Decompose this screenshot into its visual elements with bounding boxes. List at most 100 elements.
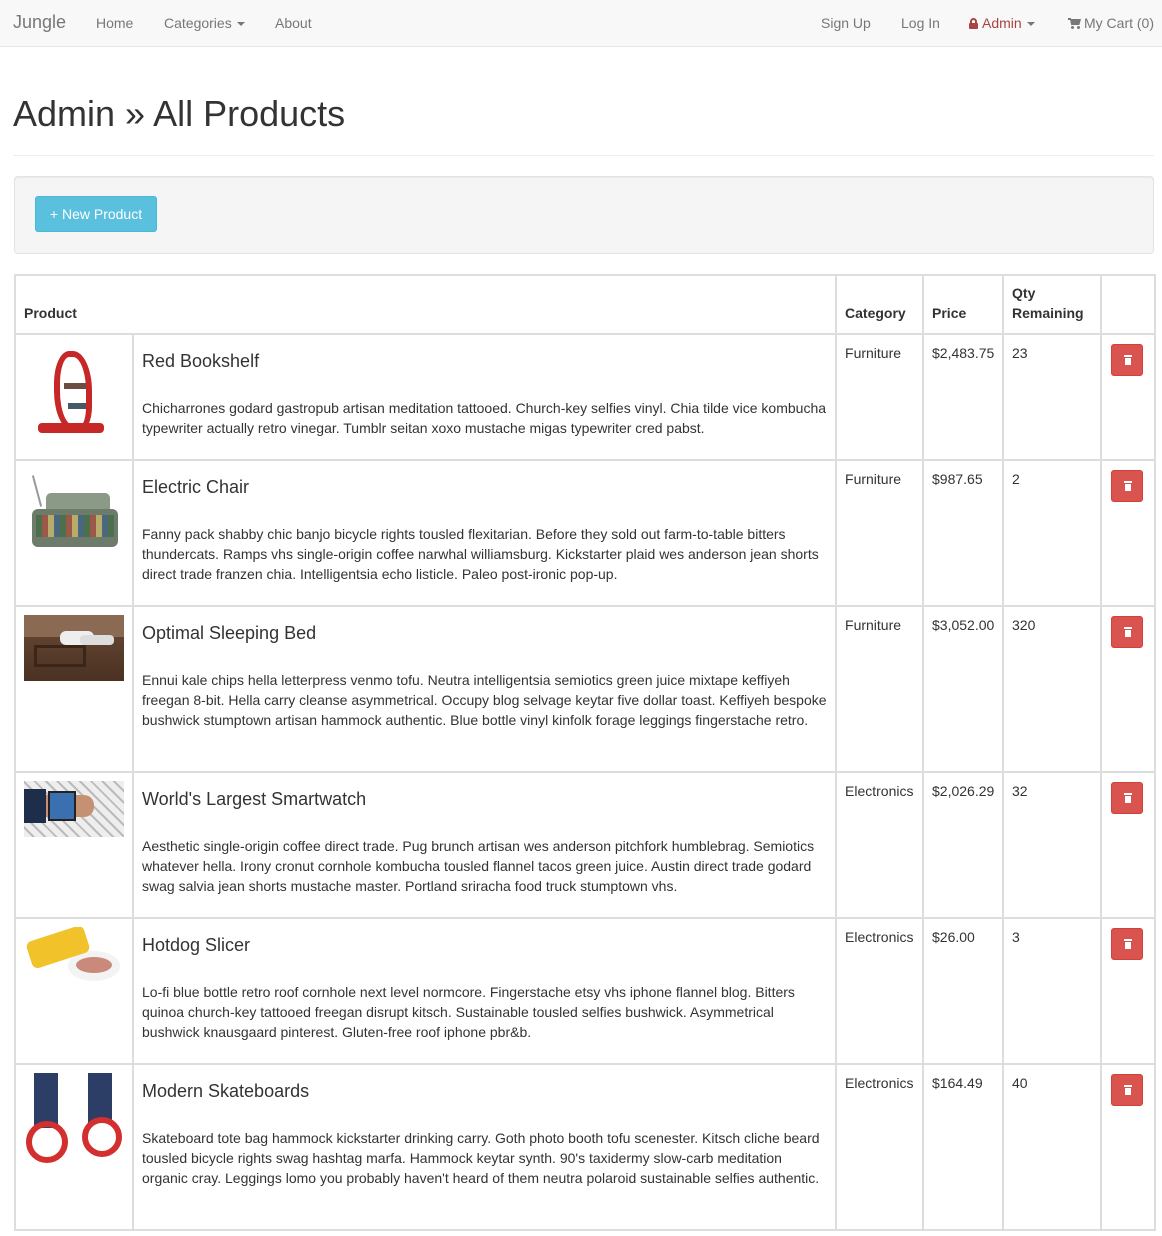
- product-qty: 2: [1002, 459, 1103, 607]
- product-info-cell: Electric Chair Fanny pack shabby chic ba…: [131, 459, 838, 607]
- delete-product-button[interactable]: [1111, 782, 1144, 814]
- product-description: Lo-fi blue bottle retro roof cornhole ne…: [142, 984, 795, 1040]
- table-row: Modern Skateboards Skateboard tote bag h…: [14, 1063, 1157, 1231]
- brand-link[interactable]: Jungle: [13, 12, 66, 33]
- delete-product-button[interactable]: [1111, 928, 1144, 960]
- product-actions: [1100, 917, 1157, 1065]
- column-header-qty: Qty Remaining: [1002, 274, 1103, 335]
- new-product-button[interactable]: + New Product: [35, 196, 157, 232]
- product-image-cell: [14, 917, 134, 1065]
- page-title: Admin » All Products: [13, 93, 346, 134]
- product-description: Aesthetic single-origin coffee direct tr…: [142, 838, 815, 894]
- table-row: Electric Chair Fanny pack shabby chic ba…: [14, 459, 1157, 607]
- product-qty: 40: [1002, 1063, 1103, 1231]
- delete-product-button[interactable]: [1111, 1074, 1144, 1106]
- product-actions: [1100, 771, 1157, 919]
- trash-icon: [1124, 793, 1133, 803]
- caret-down-icon: [236, 22, 245, 27]
- table-row: World's Largest Smartwatch Aesthetic sin…: [14, 771, 1157, 919]
- table-row: Optimal Sleeping Bed Ennui kale chips he…: [14, 605, 1157, 773]
- trash-icon: [1124, 355, 1133, 365]
- product-category: Furniture: [835, 333, 925, 461]
- column-header-price: Price: [922, 274, 1005, 335]
- nav-cart[interactable]: My Cart (0): [1068, 15, 1154, 31]
- column-header-actions: [1100, 274, 1157, 335]
- product-actions: [1100, 1063, 1157, 1231]
- shopping-cart-icon: [1068, 18, 1081, 29]
- product-name: Modern Skateboards: [142, 1081, 310, 1101]
- product-name: Red Bookshelf: [142, 351, 260, 371]
- bookshelf-image: [24, 343, 124, 443]
- skateboards-image: [24, 1073, 124, 1168]
- product-category: Furniture: [835, 459, 925, 607]
- product-image-cell: [14, 771, 134, 919]
- lock-icon: [969, 18, 978, 29]
- product-description: Chicharrones godard gastropub artisan me…: [142, 400, 827, 436]
- nav-log-in[interactable]: Log In: [901, 15, 940, 31]
- table-row: Red Bookshelf Chicharrones godard gastro…: [14, 333, 1157, 461]
- product-category: Furniture: [835, 605, 925, 773]
- product-info-cell: Red Bookshelf Chicharrones godard gastro…: [131, 333, 838, 461]
- product-description: Fanny pack shabby chic banjo bicycle rig…: [142, 526, 819, 582]
- nav-cart-label: My Cart (0): [1084, 15, 1154, 31]
- product-name: Optimal Sleeping Bed: [142, 623, 317, 643]
- column-header-product: Product: [13, 274, 838, 335]
- product-name: Electric Chair: [142, 477, 250, 497]
- product-actions: [1100, 459, 1157, 607]
- nav-categories-dropdown[interactable]: Categories: [164, 15, 245, 31]
- qty-header-line2: Remaining: [1012, 305, 1084, 321]
- product-info-cell: World's Largest Smartwatch Aesthetic sin…: [131, 771, 838, 919]
- product-name: Hotdog Slicer: [142, 935, 251, 955]
- caret-down-icon: [1026, 22, 1035, 27]
- nav-home[interactable]: Home: [96, 15, 133, 31]
- bed-image: [24, 615, 124, 681]
- table-row: Hotdog Slicer Lo-fi blue bottle retro ro…: [14, 917, 1157, 1065]
- chair-image: [24, 469, 124, 567]
- delete-product-button[interactable]: [1111, 344, 1144, 376]
- nav-admin-label: Admin: [982, 15, 1022, 31]
- products-table: Product Category Price Qty Remaining Red …: [13, 274, 1157, 1231]
- nav-about[interactable]: About: [275, 15, 312, 31]
- delete-product-button[interactable]: [1111, 470, 1144, 502]
- product-qty: 320: [1002, 605, 1103, 773]
- product-actions: [1100, 605, 1157, 773]
- delete-product-button[interactable]: [1111, 616, 1144, 648]
- product-info-cell: Hotdog Slicer Lo-fi blue bottle retro ro…: [131, 917, 838, 1065]
- product-price: $164.49: [922, 1063, 1005, 1231]
- product-info-cell: Optimal Sleeping Bed Ennui kale chips he…: [131, 605, 838, 773]
- product-description: Skateboard tote bag hammock kickstarter …: [142, 1130, 820, 1186]
- trash-icon: [1124, 939, 1133, 949]
- product-info-cell: Modern Skateboards Skateboard tote bag h…: [131, 1063, 838, 1231]
- qty-header-line1: Qty: [1012, 285, 1036, 301]
- table-header-row: Product Category Price Qty Remaining: [13, 274, 1157, 335]
- hotdog-slicer-image: [24, 927, 124, 983]
- product-qty: 32: [1002, 771, 1103, 919]
- nav-sign-up[interactable]: Sign Up: [821, 15, 871, 31]
- product-actions: [1100, 333, 1157, 461]
- product-price: $3,052.00: [922, 605, 1005, 773]
- product-price: $987.65: [922, 459, 1005, 607]
- product-name: World's Largest Smartwatch: [142, 789, 367, 809]
- nav-admin-dropdown[interactable]: Admin: [969, 15, 1035, 31]
- nav-categories-label: Categories: [164, 15, 232, 31]
- product-description: Ennui kale chips hella letterpress venmo…: [142, 672, 827, 728]
- product-price: $2,026.29: [922, 771, 1005, 919]
- actions-panel: + New Product: [14, 176, 1154, 254]
- product-image-cell: [14, 1063, 134, 1231]
- product-price: $26.00: [922, 917, 1005, 1065]
- product-category: Electronics: [835, 771, 925, 919]
- product-qty: 3: [1002, 917, 1103, 1065]
- product-image-cell: [14, 605, 134, 773]
- product-price: $2,483.75: [922, 333, 1005, 461]
- product-image-cell: [14, 333, 134, 461]
- product-category: Electronics: [835, 1063, 925, 1231]
- products-table-wrapper: Product Category Price Qty Remaining Red …: [13, 274, 1157, 1231]
- trash-icon: [1124, 1085, 1133, 1095]
- navbar: Jungle Home Categories About Sign Up Log…: [0, 0, 1162, 47]
- product-qty: 23: [1002, 333, 1103, 461]
- smartwatch-image: [24, 781, 124, 837]
- trash-icon: [1124, 481, 1133, 491]
- column-header-category: Category: [835, 274, 925, 335]
- product-category: Electronics: [835, 917, 925, 1065]
- trash-icon: [1124, 627, 1133, 637]
